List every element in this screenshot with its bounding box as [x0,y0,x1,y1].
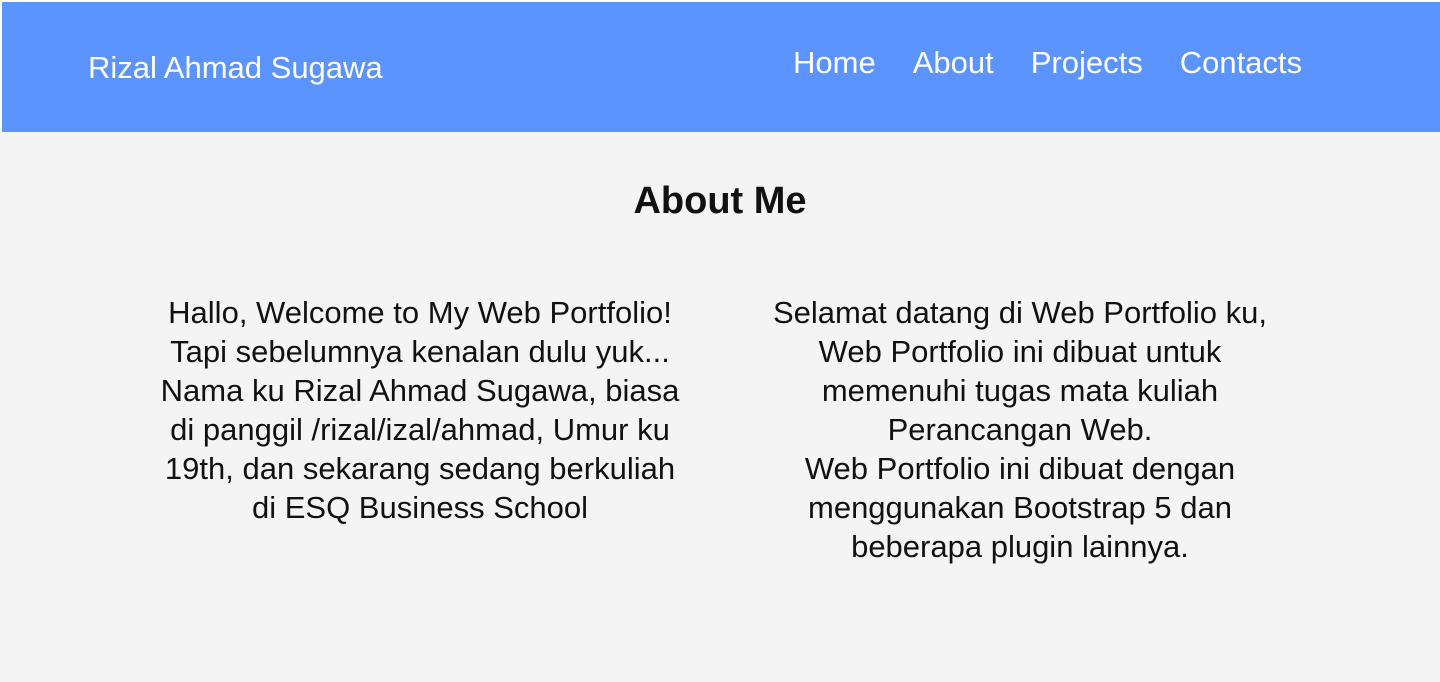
nav-link-about[interactable]: About [913,43,994,83]
nav-link-projects[interactable]: Projects [1031,43,1143,83]
about-title: About Me [633,180,807,222]
portfolio-tools-paragraph: Web Portfolio ini dibuat dengan mengguna… [804,451,1236,564]
nav-item-about: About [913,43,994,83]
nav-item-home: Home [793,43,876,83]
nav-item-contacts: Contacts [1180,43,1302,83]
nav-link-home[interactable]: Home [793,43,876,83]
about-left-column: Hallo, Welcome to My Web Portfolio! Tapi… [160,293,680,527]
top-navbar: Rizal Ahmad Sugawa Home About Projects C… [2,2,1440,132]
profile-paragraph: Nama ku Rizal Ahmad Sugawa, biasa di pan… [160,373,680,525]
page: Rizal Ahmad Sugawa Home About Projects C… [0,0,1440,682]
about-right-column: Selamat datang di Web Portfolio ku, Web … [760,293,1280,566]
brand-link[interactable]: Rizal Ahmad Sugawa [88,48,383,88]
about-section: About Me Hallo, Welcome to My Web Portfo… [0,132,1440,682]
nav-menu: Home About Projects Contacts [793,43,1302,83]
welcome-paragraph: Hallo, Welcome to My Web Portfolio! Tapi… [168,295,672,369]
portfolio-intro-paragraph: Selamat datang di Web Portfolio ku, Web … [773,295,1267,447]
nav-item-projects: Projects [1031,43,1143,83]
nav-link-contacts[interactable]: Contacts [1180,43,1302,83]
